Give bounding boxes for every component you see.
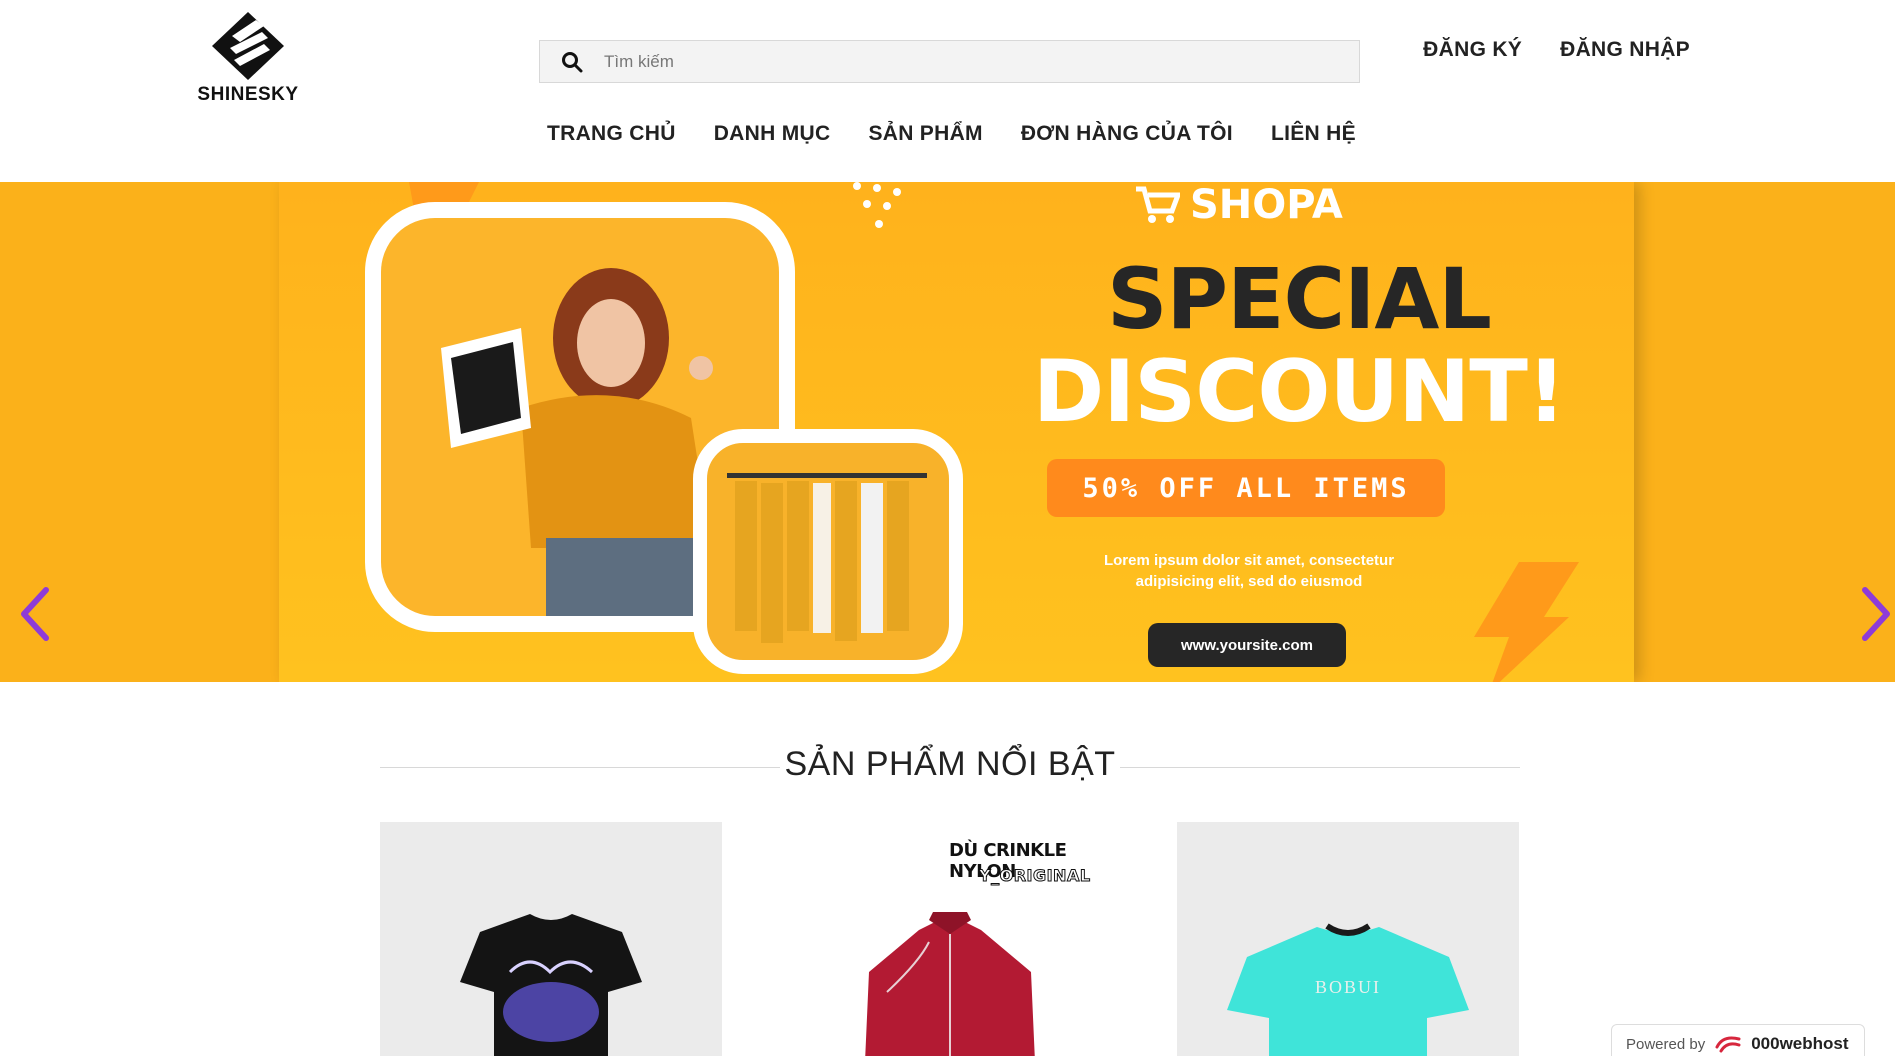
site-header: SHINESKY ĐĂNG KÝ ĐĂNG NHẬP TRANG CHỦ DAN… bbox=[0, 0, 1895, 182]
banner-body-line: adipisicing elit, sed do eiusmod bbox=[1135, 573, 1363, 590]
cart-icon bbox=[1136, 186, 1180, 223]
banner-slide[interactable]: SHOPA SPECIAL DISCOUNT! 50% OFF ALL ITEM… bbox=[279, 182, 1634, 682]
nav-item-home[interactable]: TRANG CHỦ bbox=[547, 122, 676, 146]
product-grid: DÙ CRINKLE NYLON Y_ORIGINAL BOBUI bbox=[380, 822, 1520, 1056]
auth-links: ĐĂNG KÝ ĐĂNG NHẬP bbox=[1423, 38, 1690, 62]
banner-body: Lorem ipsum dolor sit amet, consectetur … bbox=[1039, 550, 1459, 592]
product-card[interactable]: BOBUI bbox=[1177, 822, 1519, 1056]
nav-item-categories[interactable]: DANH MỤC bbox=[714, 122, 831, 146]
banner-brand-text: SHOPA bbox=[1190, 182, 1343, 228]
banner-headline-2: DISCOUNT! bbox=[1032, 342, 1566, 442]
banner-headline-1: SPECIAL bbox=[1107, 250, 1492, 348]
search-bar bbox=[539, 40, 1360, 83]
product-image bbox=[460, 914, 642, 1056]
main-nav: TRANG CHỦ DANH MỤC SẢN PHẨM ĐƠN HÀNG CỦA… bbox=[547, 122, 1356, 146]
product-image bbox=[1227, 923, 1469, 1056]
logo[interactable]: SHINESKY bbox=[193, 12, 303, 106]
product-caption-sub: Y_ORIGINAL bbox=[979, 866, 1091, 886]
lightning-icon bbox=[1474, 562, 1579, 682]
hero-carousel: SHOPA SPECIAL DISCOUNT! 50% OFF ALL ITEM… bbox=[0, 182, 1895, 682]
nav-item-my-orders[interactable]: ĐƠN HÀNG CỦA TÔI bbox=[1021, 122, 1233, 146]
register-link[interactable]: ĐĂNG KÝ bbox=[1423, 38, 1522, 62]
product-card[interactable] bbox=[380, 822, 722, 1056]
login-link[interactable]: ĐĂNG NHẬP bbox=[1560, 38, 1690, 62]
search-icon[interactable] bbox=[540, 51, 604, 73]
webhost-logo-icon bbox=[1715, 1036, 1741, 1053]
banner-body-line: Lorem ipsum dolor sit amet, consectetur bbox=[1103, 552, 1395, 569]
banner-offer: 50% OFF ALL ITEMS bbox=[1047, 459, 1445, 517]
powered-by-badge[interactable]: Powered by 000webhost bbox=[1611, 1024, 1865, 1056]
section-title: SẢN PHẨM NỔI BẬT bbox=[780, 745, 1120, 783]
clothes-rack-photo bbox=[693, 429, 963, 674]
powered-by-prefix: Powered by bbox=[1626, 1035, 1706, 1053]
chevron-right-icon[interactable] bbox=[1855, 584, 1895, 644]
logo-icon bbox=[212, 12, 284, 80]
banner-brand: SHOPA bbox=[1134, 182, 1343, 228]
nav-item-products[interactable]: SẢN PHẨM bbox=[868, 122, 982, 146]
nav-item-contact[interactable]: LIÊN HỆ bbox=[1271, 122, 1356, 146]
chevron-left-icon[interactable] bbox=[16, 584, 56, 644]
product-card[interactable]: DÙ CRINKLE NYLON Y_ORIGINAL bbox=[779, 822, 1121, 1056]
search-input[interactable] bbox=[604, 51, 1304, 72]
dots-decoration bbox=[853, 182, 901, 228]
featured-section-header: SẢN PHẨM NỔI BẬT bbox=[380, 740, 1520, 790]
banner-site-pill: www.yoursite.com bbox=[1148, 623, 1346, 667]
product-print-text: BOBUI bbox=[1314, 977, 1381, 997]
powered-by-name: 000webhost bbox=[1751, 1034, 1849, 1053]
logo-text: SHINESKY bbox=[197, 84, 299, 105]
